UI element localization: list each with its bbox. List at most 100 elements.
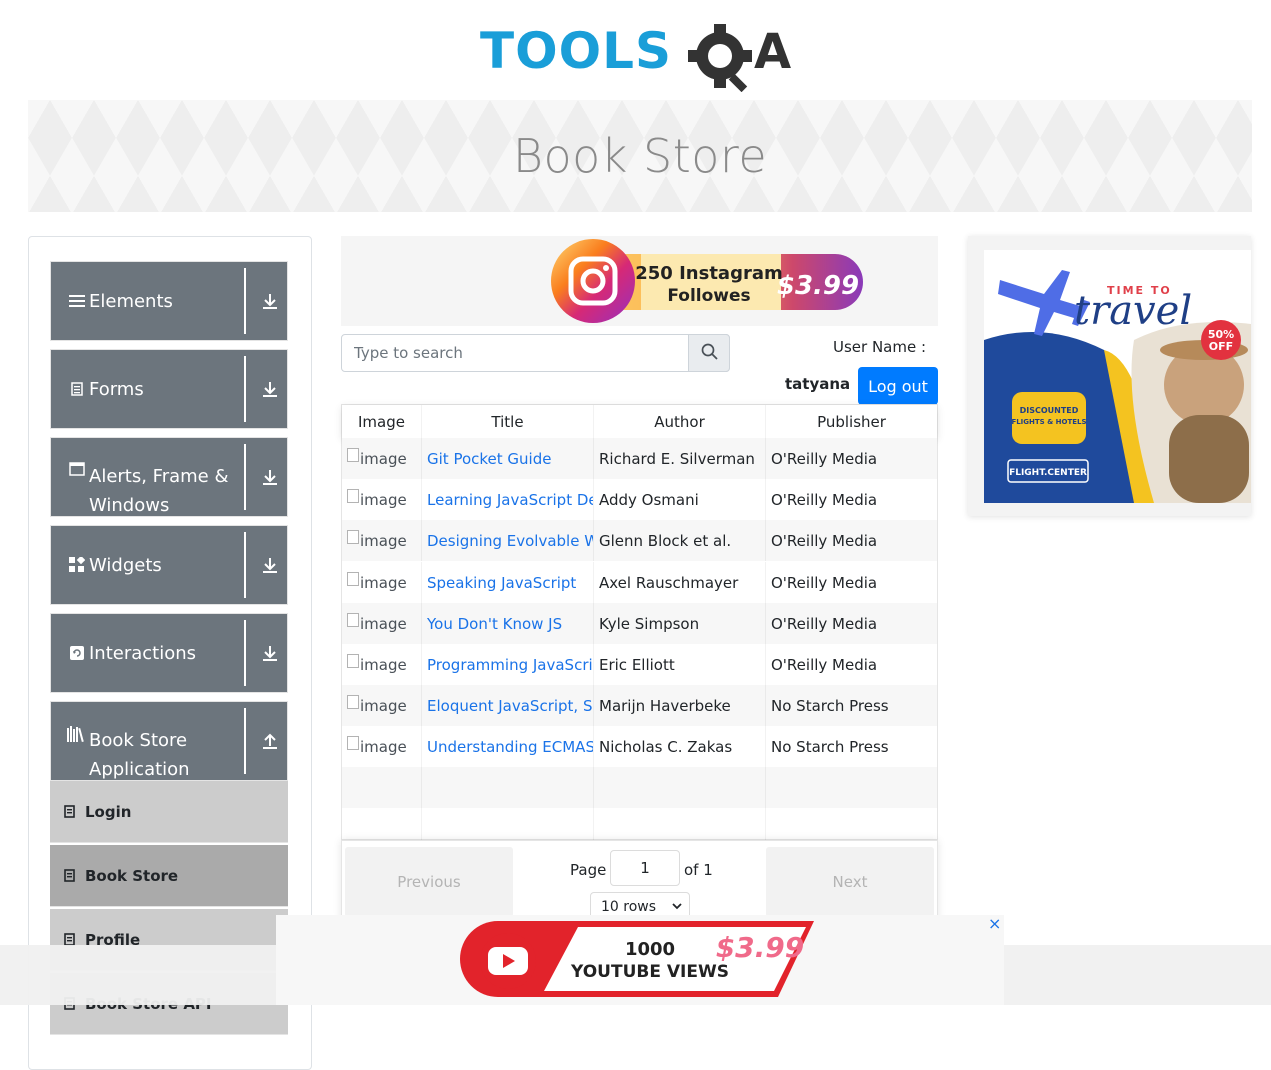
column-header-title[interactable]: Title <box>422 405 594 438</box>
book-cover-image: image <box>342 562 422 603</box>
table-row: image Learning JavaScript Design Patterns… <box>342 479 937 520</box>
download-arrow-icon[interactable] <box>255 614 285 692</box>
book-author: Axel Rauschmayer <box>594 562 766 603</box>
ad-line2: YOUTUBE VIEWS <box>570 962 729 982</box>
sidebar-group-label: Interactions <box>89 642 197 664</box>
book-cover-image: image <box>342 685 422 726</box>
book-author: Addy Osmani <box>594 479 766 520</box>
divider <box>244 532 246 598</box>
download-arrow-icon[interactable] <box>255 262 285 340</box>
toolsqa-logo[interactable]: TOOLS A <box>480 18 805 93</box>
book-author: Nicholas C. Zakas <box>594 726 766 767</box>
download-arrow-icon[interactable] <box>255 438 285 516</box>
sidebar-group-widgets[interactable]: Widgets <box>50 525 288 605</box>
user-name-label: User Name : <box>833 338 927 356</box>
table-row: image Speaking JavaScript Axel Rauschmayer… <box>342 562 937 603</box>
sidebar-item-login[interactable]: Login <box>50 781 288 843</box>
book-title-link[interactable]: Speaking JavaScript <box>422 562 594 603</box>
sidebar-group-interactions[interactable]: Interactions <box>50 613 288 693</box>
column-header-publisher[interactable]: Publisher <box>766 405 937 438</box>
logout-button[interactable]: Log out <box>858 367 938 405</box>
book-author: Eric Elliott <box>594 644 766 685</box>
book-author: Kyle Simpson <box>594 603 766 644</box>
image-alt-text: image <box>360 490 407 509</box>
search-input[interactable] <box>342 335 688 371</box>
youtube-ad[interactable]: 1000 YOUTUBE VIEWS $3.99 <box>276 915 1004 1005</box>
refresh-icon <box>67 614 87 692</box>
ad-line2: Followes <box>667 286 750 306</box>
sidebar-group-label: Widgets <box>89 554 162 576</box>
ad-travel: travel <box>1074 288 1192 334</box>
sidebar-group-label: Elements <box>89 290 173 312</box>
divider <box>244 620 246 686</box>
table-header: Image Title Author Publisher <box>342 405 937 438</box>
search-button[interactable] <box>688 334 730 372</box>
divider <box>244 356 246 422</box>
search-icon <box>701 343 718 364</box>
book-title-link[interactable]: Understanding ECMAScript 6 <box>422 726 594 767</box>
close-ad-button[interactable]: × <box>988 914 1001 933</box>
document-icon <box>64 869 80 882</box>
ad-brand: FLIGHT.CENTER <box>1009 468 1087 478</box>
previous-button[interactable]: Previous <box>345 847 513 917</box>
column-header-image[interactable]: Image <box>342 405 422 438</box>
page-info: Page of 1 10 rows <box>518 841 762 922</box>
search-box <box>341 334 730 372</box>
book-title-link[interactable]: Git Pocket Guide <box>422 438 594 479</box>
youtube-icon <box>480 933 536 989</box>
sidebar-group-label: Alerts, Frame & Windows <box>89 466 229 516</box>
image-alt-text: image <box>360 696 407 715</box>
gear-icon <box>688 24 752 93</box>
sidebar-group-book-store-application[interactable]: Book Store Application <box>50 701 288 781</box>
book-cover-image: image <box>342 726 422 767</box>
broken-image-icon <box>347 694 359 709</box>
sidebar-group-label: Forms <box>89 378 144 400</box>
instagram-ad[interactable]: 250 Instagram Followes $3.99 <box>341 236 938 326</box>
hamburger-icon <box>67 262 87 340</box>
sidebar-group-forms[interactable]: Forms <box>50 349 288 429</box>
book-title-link[interactable]: Eloquent JavaScript, Second Edition <box>422 685 594 726</box>
empty-cell <box>594 767 766 808</box>
sidebar-group-elements[interactable]: Elements <box>50 261 288 341</box>
column-header-author[interactable]: Author <box>594 405 766 438</box>
table-row: image You Don't Know JS Kyle Simpson O'Reil… <box>342 603 937 644</box>
page-total-label: of 1 <box>684 861 713 879</box>
book-cover-image: image <box>342 520 422 561</box>
book-title-link[interactable]: You Don't Know JS <box>422 603 594 644</box>
book-publisher: O'Reilly Media <box>771 490 878 509</box>
broken-image-icon <box>347 447 359 462</box>
sidebar-group-alerts[interactable]: Alerts, Frame & Windows <box>50 437 288 517</box>
download-arrow-icon[interactable] <box>255 526 285 604</box>
sidebar-item-book-store[interactable]: Book Store <box>50 845 288 907</box>
book-publisher: O'Reilly Media <box>771 573 878 592</box>
upload-arrow-icon[interactable] <box>255 702 285 780</box>
download-arrow-icon[interactable] <box>255 350 285 428</box>
window-icon <box>67 438 87 516</box>
widgets-icon <box>67 526 87 604</box>
ad-price: $3.99 <box>777 271 859 301</box>
document-icon <box>67 350 87 428</box>
books-icon <box>67 702 87 780</box>
image-alt-text: image <box>360 737 407 756</box>
book-publisher: O'Reilly Media <box>771 531 878 550</box>
book-cover-image: image <box>342 644 422 685</box>
table-row: image Git Pocket Guide Richard E. Silverma… <box>342 438 937 479</box>
travel-ad[interactable]: TIME TO travel 50% OFF DISCOUNTED FLIGHT… <box>968 236 1251 516</box>
next-button[interactable]: Next <box>766 847 934 917</box>
book-author: Richard E. Silverman <box>594 438 766 479</box>
ad-line1: 1000 <box>625 939 675 960</box>
pagination-bar: Previous Page of 1 10 rows Next <box>341 840 938 922</box>
book-title-link[interactable]: Designing Evolvable Web APIs with ASP.NE… <box>422 520 594 561</box>
book-publisher: O'Reilly Media <box>771 655 878 674</box>
divider <box>244 268 246 334</box>
divider <box>244 444 246 510</box>
book-title-link[interactable]: Learning JavaScript Design Patterns <box>422 479 594 520</box>
empty-cell <box>766 767 937 808</box>
image-alt-text: image <box>360 449 407 468</box>
table-row: image Programming JavaScript Applications… <box>342 644 937 685</box>
book-cover-image: image <box>342 438 422 479</box>
book-title-link[interactable]: Programming JavaScript Applications <box>422 644 594 685</box>
book-author: Glenn Block et al. <box>594 520 766 561</box>
book-publisher: No Starch Press <box>771 737 889 756</box>
page-number-input[interactable] <box>610 850 680 886</box>
